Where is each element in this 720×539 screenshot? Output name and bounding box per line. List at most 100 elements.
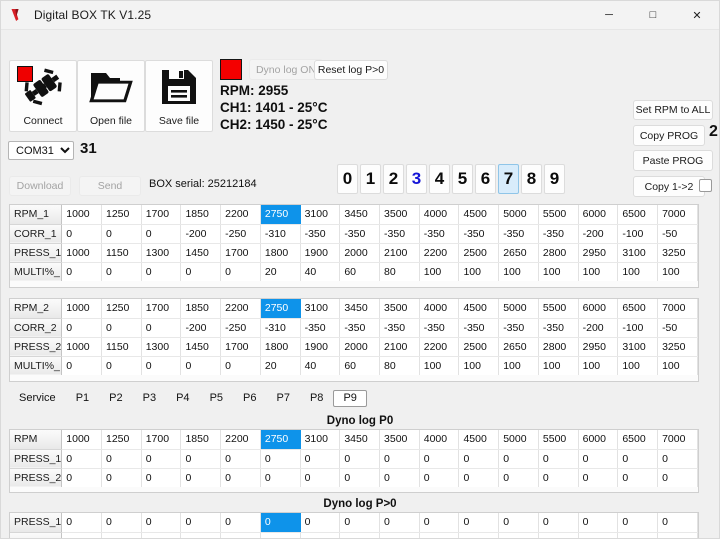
grid-cell[interactable]: 0	[61, 449, 102, 469]
grid-cell[interactable]: -310	[260, 318, 301, 338]
grid-cell[interactable]: 1700	[220, 243, 261, 263]
grid-cell[interactable]: 2950	[578, 243, 619, 263]
service-tab-p7[interactable]: P7	[267, 390, 300, 407]
grid-cell[interactable]: 0	[498, 532, 539, 538]
connect-button[interactable]: Connect	[9, 60, 77, 132]
grid-cell[interactable]: 4500	[458, 299, 500, 319]
grid-cell[interactable]: 5000	[498, 430, 539, 450]
numpad-key-4[interactable]: 4	[429, 164, 450, 194]
grid-cell[interactable]: 0	[300, 513, 341, 533]
grid-cell[interactable]: 1000	[61, 337, 102, 357]
grid-cell[interactable]: 4500	[458, 430, 500, 450]
grid-cell[interactable]: 5500	[538, 430, 579, 450]
grid-cell[interactable]: 0	[458, 449, 500, 469]
grid-cell[interactable]: 4000	[419, 205, 460, 225]
grid-cell[interactable]: 80	[379, 356, 420, 375]
grid-cell[interactable]: 1800	[260, 243, 301, 263]
grid-cell[interactable]: 0	[220, 468, 261, 487]
grid-cell[interactable]: 0	[379, 532, 420, 538]
grid-cell[interactable]: 3450	[339, 430, 381, 450]
grid-cell[interactable]: 0	[458, 468, 500, 487]
grid-cell[interactable]: 1700	[141, 430, 182, 450]
grid-cell[interactable]: 0	[578, 468, 619, 487]
grid-cell[interactable]: 0	[339, 449, 381, 469]
download-button[interactable]: Download	[9, 176, 71, 196]
copy-1-to-2-checkbox[interactable]	[699, 179, 712, 192]
grid-cell[interactable]: 0	[260, 532, 301, 538]
grid-cell[interactable]: 2200	[220, 299, 261, 319]
grid-cell[interactable]: 1300	[141, 243, 182, 263]
grid-cell[interactable]: 3500	[379, 205, 420, 225]
grid-cell[interactable]: 0	[61, 513, 102, 533]
grid-cell[interactable]: 6000	[578, 205, 619, 225]
grid-cell[interactable]: 5000	[498, 299, 539, 319]
grid-cell[interactable]: 6500	[617, 205, 659, 225]
grid-cell[interactable]: 2950	[578, 337, 619, 357]
grid-cell[interactable]: 1250	[101, 299, 142, 319]
close-icon[interactable]: ✕	[675, 1, 719, 29]
grid-cell[interactable]: -350	[339, 318, 381, 338]
grid-cell[interactable]: 0	[578, 449, 619, 469]
grid-cell[interactable]: 0	[220, 356, 261, 375]
grid-cell[interactable]: 1000	[61, 299, 102, 319]
numpad-key-0[interactable]: 0	[337, 164, 358, 194]
grid-cell[interactable]: -350	[419, 318, 460, 338]
grid-cell[interactable]: 100	[458, 356, 500, 375]
grid-cell[interactable]: 0	[419, 532, 460, 538]
grid-cell[interactable]: 4000	[419, 299, 460, 319]
grid-cell[interactable]: 1900	[300, 337, 341, 357]
grid-cell[interactable]: 100	[458, 262, 500, 281]
grid-cell[interactable]: 4000	[419, 430, 460, 450]
grid-cell[interactable]: 0	[300, 532, 341, 538]
grid-cell[interactable]: 3100	[617, 337, 659, 357]
grid-cell[interactable]: 60	[339, 262, 381, 281]
grid-cell[interactable]: 1250	[101, 205, 142, 225]
grid-cell[interactable]: 5500	[538, 299, 579, 319]
rpm-table-2[interactable]: RPM_2 1000 1250 1700 1850 2200 2750 3100 3450 350…	[9, 298, 699, 382]
grid-cell[interactable]: 20	[260, 262, 301, 281]
grid-cell[interactable]: 0	[61, 262, 102, 281]
grid-cell[interactable]: 2500	[458, 337, 500, 357]
grid-cell[interactable]: -350	[339, 224, 381, 244]
numpad-key-7[interactable]: 7	[498, 164, 519, 194]
grid-cell[interactable]: -250	[220, 318, 261, 338]
grid-cell[interactable]: 100	[657, 262, 698, 281]
grid-cell[interactable]: 0	[300, 468, 341, 487]
grid-cell[interactable]: -200	[578, 318, 619, 338]
grid-cell[interactable]: -100	[617, 318, 659, 338]
grid-cell[interactable]: 0	[61, 532, 102, 538]
grid-cell[interactable]: 0	[101, 468, 142, 487]
com-port-select[interactable]: COM31	[8, 141, 74, 160]
grid-cell[interactable]: -200	[180, 224, 222, 244]
grid-cell[interactable]: 0	[657, 449, 698, 469]
grid-cell[interactable]: 100	[419, 262, 460, 281]
grid-cell[interactable]: -200	[180, 318, 222, 338]
grid-cell[interactable]: 3100	[300, 299, 341, 319]
paste-prog-button[interactable]: Paste PROG	[633, 150, 713, 171]
grid-cell[interactable]: 1850	[180, 430, 222, 450]
grid-cell[interactable]: 0	[578, 532, 619, 538]
grid-cell[interactable]: 100	[498, 262, 539, 281]
grid-cell[interactable]: 2200	[220, 205, 261, 225]
grid-cell[interactable]: 0	[101, 513, 142, 533]
numpad-key-9[interactable]: 9	[544, 164, 565, 194]
grid-cell[interactable]: 0	[419, 468, 460, 487]
grid-cell[interactable]: 3450	[339, 299, 381, 319]
grid-cell[interactable]: -350	[498, 224, 539, 244]
grid-cell[interactable]: 80	[379, 262, 420, 281]
grid-cell[interactable]: -50	[657, 224, 698, 244]
grid-cell[interactable]: 2750	[260, 299, 301, 319]
grid-cell[interactable]: 0	[101, 262, 142, 281]
grid-cell[interactable]: 100	[538, 356, 579, 375]
grid-cell[interactable]: 100	[617, 356, 659, 375]
grid-cell[interactable]: 0	[617, 532, 659, 538]
rpm-table-1[interactable]: RPM_1 1000 1250 1700 1850 2200 2750 3100 3450 350…	[9, 204, 699, 288]
grid-cell[interactable]: 0	[101, 224, 142, 244]
grid-cell[interactable]: 2200	[419, 243, 460, 263]
grid-cell[interactable]: 100	[617, 262, 659, 281]
grid-cell[interactable]: 5500	[538, 205, 579, 225]
grid-cell[interactable]: -350	[458, 318, 500, 338]
grid-cell[interactable]: 0	[180, 532, 222, 538]
service-tab-p1[interactable]: P1	[66, 390, 99, 407]
grid-cell[interactable]: -350	[538, 224, 579, 244]
